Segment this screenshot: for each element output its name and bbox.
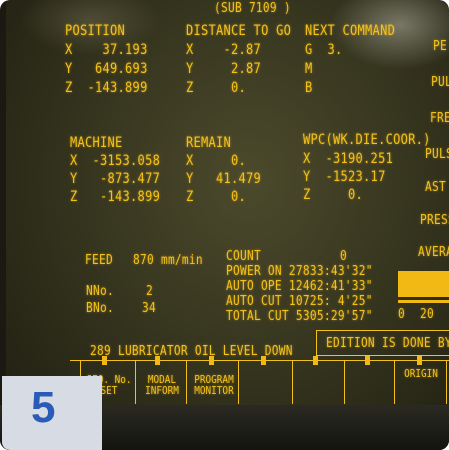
softkey-marker bbox=[261, 356, 266, 365]
softkey-divider bbox=[186, 360, 187, 404]
bno-label: BNo. bbox=[86, 301, 114, 316]
right-label-pul: PUL bbox=[431, 75, 449, 90]
machine-x: X -3153.058 bbox=[70, 153, 161, 169]
softkey-origin[interactable]: ORIGIN bbox=[400, 368, 443, 379]
remain-z: Z 0. bbox=[186, 189, 247, 205]
remain-y: Y 41.479 bbox=[186, 171, 262, 187]
softkey-marker bbox=[155, 356, 160, 365]
total-cut-time: TOTAL CUT 5305:29'57" bbox=[226, 309, 373, 324]
remain-title: REMAIN bbox=[186, 135, 232, 151]
machine-title: MACHINE bbox=[70, 135, 123, 151]
distance-z: Z 0. bbox=[186, 80, 247, 96]
machine-y: Y -873.477 bbox=[70, 171, 161, 187]
bar-scale-0: 0 bbox=[398, 307, 406, 322]
right-label-fre: FRE bbox=[430, 111, 449, 126]
softkey-divider bbox=[446, 360, 447, 404]
auto-ope-time: AUTO OPE 12462:41'33" bbox=[226, 279, 373, 294]
wpc-z: Z 0. bbox=[303, 187, 364, 203]
right-label-pe: PE bbox=[433, 39, 447, 54]
nno-value: 2 bbox=[146, 284, 154, 299]
softkey-divider bbox=[238, 360, 239, 404]
softkey-marker bbox=[365, 356, 370, 365]
softkey-divider bbox=[394, 360, 395, 404]
wpc-title: WPC(WK.DIE.COOR.) bbox=[303, 132, 431, 148]
feed-value: 870 mm/min bbox=[133, 253, 203, 268]
softkey-divider bbox=[292, 360, 293, 404]
photo-frame: (SUB 7109 ) POSITION X 37.193 Y 649.693 … bbox=[0, 0, 449, 450]
softkey-marker bbox=[209, 356, 214, 365]
next-command-m: M bbox=[305, 61, 313, 77]
step-number: 5 bbox=[31, 383, 56, 432]
feed-label: FEED bbox=[85, 253, 113, 268]
count-label: COUNT bbox=[226, 249, 261, 264]
softkey-program-monitor[interactable]: PROGRAM MONITOR bbox=[191, 374, 237, 396]
distance-x: X -2.87 bbox=[186, 42, 262, 58]
sub-program-title: (SUB 7109 ) bbox=[214, 1, 291, 16]
softkey-divider bbox=[135, 360, 136, 404]
bno-value: 34 bbox=[142, 301, 156, 316]
softkey-marker bbox=[417, 356, 422, 365]
nno-label: NNo. bbox=[86, 284, 114, 299]
remain-x: X 0. bbox=[186, 153, 247, 169]
softkey-bar-line bbox=[70, 360, 449, 361]
distance-y: Y 2.87 bbox=[186, 61, 262, 77]
load-bar-fill bbox=[398, 300, 449, 303]
bar-scale-20: 20 bbox=[420, 307, 434, 322]
position-z: Z -143.899 bbox=[65, 80, 148, 96]
next-command-b: B bbox=[305, 80, 313, 96]
next-command-g: G 3. bbox=[305, 42, 343, 58]
right-label-avera: AVERA bbox=[418, 245, 449, 260]
wpc-x: X -3190.251 bbox=[303, 151, 394, 167]
right-label-ast: AST bbox=[425, 180, 446, 195]
softkey-marker bbox=[313, 356, 318, 365]
position-x: X 37.193 bbox=[65, 42, 148, 58]
power-on-time: POWER ON 27833:43'32" bbox=[226, 264, 373, 279]
softkey-divider bbox=[344, 360, 345, 404]
distance-title: DISTANCE TO GO bbox=[186, 23, 292, 39]
softkey-marker bbox=[102, 356, 107, 365]
status-box-text: EDITION IS DONE BY CU bbox=[326, 336, 449, 351]
right-label-puls: PULS bbox=[425, 147, 449, 162]
wpc-y: Y -1523.17 bbox=[303, 169, 386, 185]
next-command-title: NEXT COMMAND bbox=[305, 23, 396, 39]
position-y: Y 649.693 bbox=[65, 61, 148, 77]
machine-z: Z -143.899 bbox=[70, 189, 161, 205]
load-bar-highlight bbox=[398, 271, 449, 297]
auto-cut-time: AUTO CUT 10725: 4'25" bbox=[226, 294, 373, 309]
right-label-press: PRESS bbox=[420, 213, 449, 228]
position-title: POSITION bbox=[65, 23, 126, 39]
softkey-modal-inform[interactable]: MODAL INFORM bbox=[140, 374, 184, 396]
count-value: 0 bbox=[340, 249, 348, 264]
